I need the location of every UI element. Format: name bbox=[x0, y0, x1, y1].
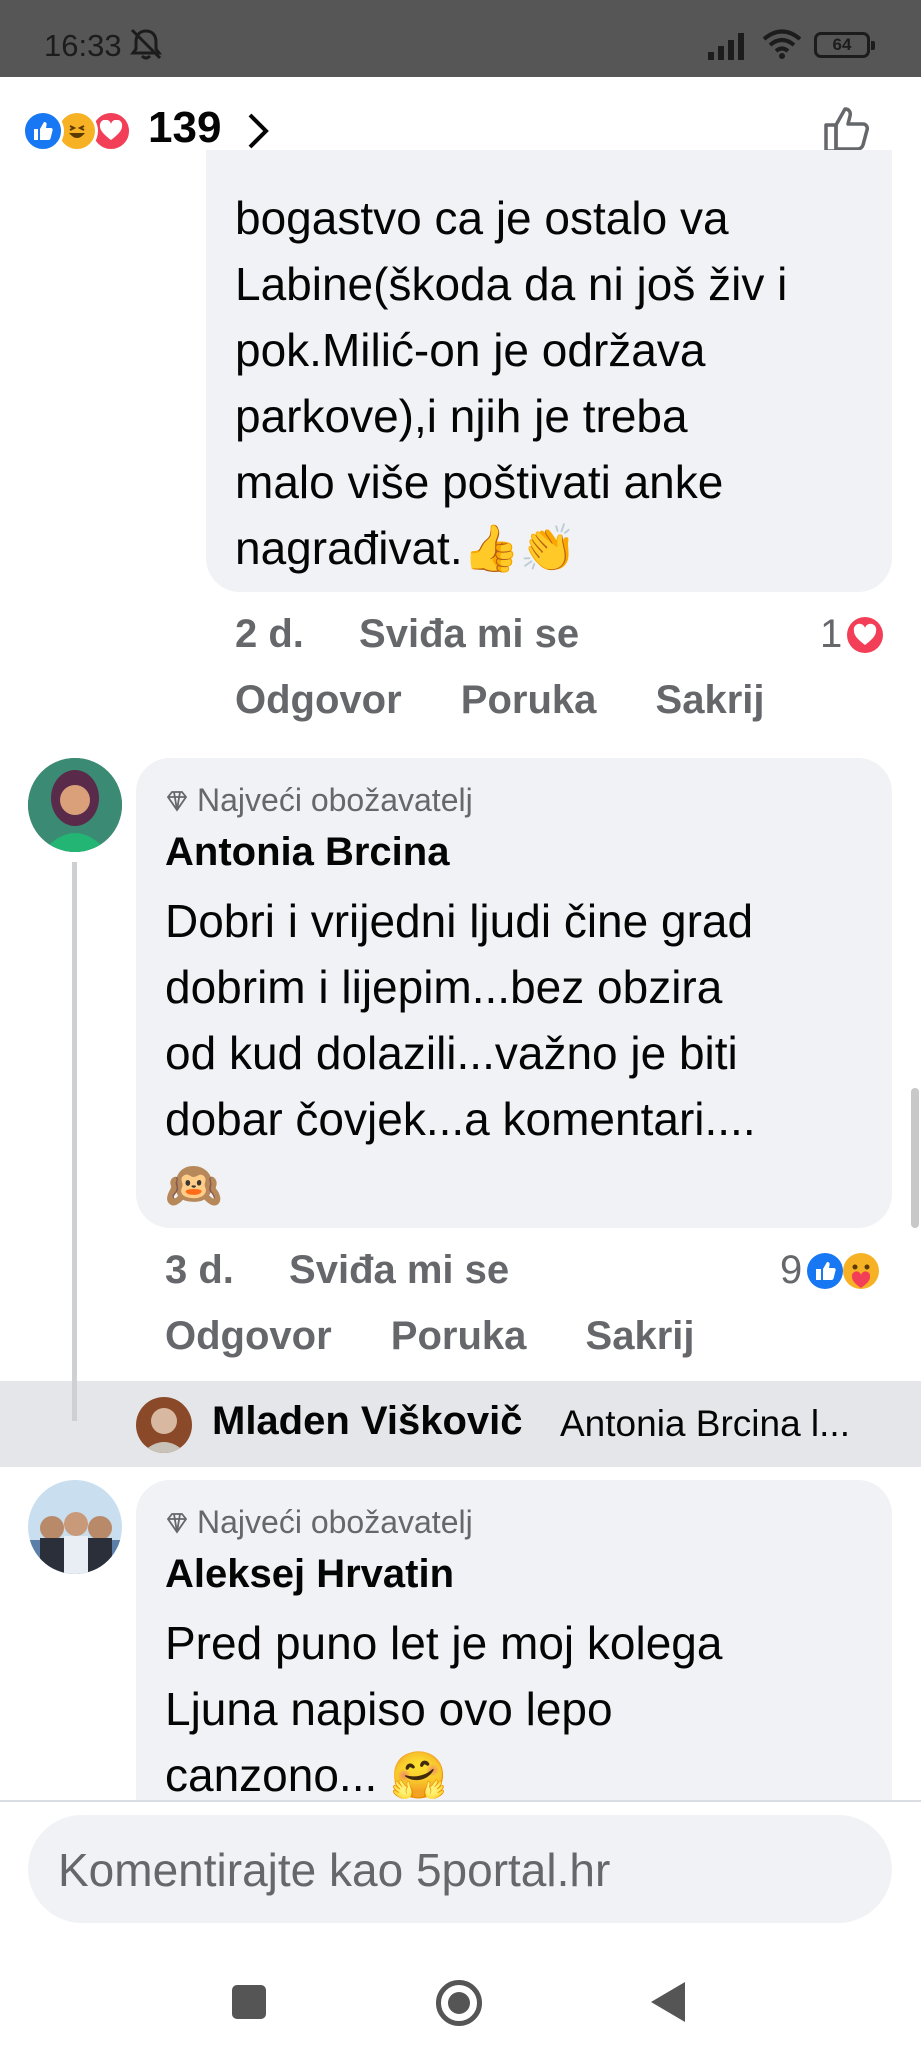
care-reaction-icon bbox=[843, 1252, 880, 1289]
message-button[interactable]: Poruka bbox=[391, 1314, 527, 1359]
comment-reaction-count[interactable]: 9 bbox=[780, 1248, 880, 1293]
comment-author[interactable]: Aleksej Hrvatin bbox=[165, 1552, 454, 1597]
comment-age: 3 d. bbox=[165, 1248, 234, 1292]
badge-label: Najveći obožavatelj bbox=[197, 782, 473, 818]
comment-reaction-count[interactable]: 1 bbox=[820, 612, 884, 657]
emoji: 🤗 bbox=[390, 1748, 448, 1802]
comment-actions: 2 d. Sviđa mi se bbox=[235, 612, 579, 657]
reply-text: Antonia Brcina l... bbox=[560, 1403, 850, 1444]
reply-author: Mladen Viškovič bbox=[212, 1399, 523, 1443]
emoji: 🙉 bbox=[165, 1158, 223, 1212]
home-button[interactable] bbox=[436, 1980, 482, 2026]
emoji: 👍👏 bbox=[462, 521, 578, 575]
status-time: 16:33 bbox=[44, 28, 122, 63]
status-bar: 16:33 64 bbox=[0, 0, 921, 77]
reply-button[interactable]: Odgovor bbox=[235, 678, 402, 723]
reply-button[interactable]: Odgovor bbox=[165, 1314, 332, 1359]
comment-line: Ljuna napiso ovo lepo bbox=[165, 1683, 613, 1735]
battery-icon: 64 bbox=[814, 32, 875, 58]
comment-line: parkove),i njih je treba bbox=[235, 390, 688, 442]
message-button[interactable]: Poruka bbox=[461, 678, 597, 723]
avatar[interactable] bbox=[28, 758, 122, 852]
hide-button[interactable]: Sakrij bbox=[586, 1314, 695, 1359]
like-button[interactable]: Sviđa mi se bbox=[359, 612, 579, 657]
chevron-right-icon[interactable] bbox=[244, 111, 272, 151]
scrollbar[interactable] bbox=[911, 1088, 919, 1228]
reaction-count: 9 bbox=[780, 1248, 803, 1292]
signal-icon bbox=[708, 33, 744, 60]
comment-line: bogastvo ca je ostalo va bbox=[235, 192, 729, 244]
comment-input[interactable]: Komentirajte kao 5portal.hr bbox=[28, 1815, 892, 1923]
wifi-icon bbox=[762, 29, 802, 59]
system-navbar bbox=[0, 1940, 921, 2048]
top-fan-badge: Najveći obožavatelj bbox=[165, 782, 473, 819]
divider bbox=[0, 1800, 921, 1802]
bell-off-icon bbox=[130, 28, 162, 60]
comment-line: nagrađivat. bbox=[235, 522, 463, 574]
comment-actions: 3 d. Sviđa mi se bbox=[165, 1248, 509, 1293]
love-reaction-icon bbox=[847, 616, 884, 653]
comment-last-line: nagrađivat.👍👏 bbox=[235, 515, 875, 581]
comment-actions-row2: Odgovor Poruka Sakrij bbox=[235, 678, 765, 723]
comment-line: Dobri i vrijedni ljudi čine grad bbox=[165, 895, 754, 947]
comment-line: dobar čovjek...a komentari.... bbox=[165, 1093, 756, 1145]
comment-body: bogastvo ca je ostalo va Labine(škoda da… bbox=[235, 185, 875, 581]
like-reaction-icon bbox=[807, 1252, 844, 1289]
reply-preview[interactable]: Mladen Viškovič Antonia Brcina l... bbox=[0, 1381, 921, 1467]
comment-line: canzono... bbox=[165, 1749, 378, 1801]
reaction-icons bbox=[22, 110, 142, 154]
hide-button[interactable]: Sakrij bbox=[656, 678, 765, 723]
comment-author[interactable]: Antonia Brcina bbox=[165, 830, 449, 875]
comment-line: Labine(škoda da ni još živ i bbox=[235, 258, 788, 310]
comment-actions-row2: Odgovor Poruka Sakrij bbox=[165, 1314, 695, 1359]
diamond-icon bbox=[166, 790, 188, 812]
thread-connector bbox=[72, 862, 142, 1424]
comment-age: 2 d. bbox=[235, 612, 304, 656]
comment-body: Dobri i vrijedni ljudi čine grad dobrim … bbox=[165, 888, 875, 1218]
like-reaction-icon bbox=[22, 110, 64, 152]
comment-line: od kud dolazili...važno je biti bbox=[165, 1027, 738, 1079]
badge-label: Najveći obožavatelj bbox=[197, 1504, 473, 1540]
comment-input-placeholder: Komentirajte kao 5portal.hr bbox=[58, 1844, 611, 1896]
recents-button[interactable] bbox=[232, 1985, 266, 2019]
avatar bbox=[136, 1397, 192, 1453]
comment-line: dobrim i lijepim...bez obzira bbox=[165, 961, 723, 1013]
top-fan-badge: Najveći obožavatelj bbox=[165, 1504, 473, 1541]
avatar[interactable] bbox=[28, 1480, 122, 1574]
like-icon[interactable] bbox=[822, 103, 874, 155]
like-button[interactable]: Sviđa mi se bbox=[289, 1248, 509, 1293]
comment-line: Pred puno let je moj kolega bbox=[165, 1617, 723, 1669]
reaction-count: 1 bbox=[820, 612, 843, 656]
diamond-icon bbox=[166, 1512, 188, 1534]
thread-connector-end bbox=[72, 1381, 77, 1421]
reactions-count[interactable]: 139 bbox=[148, 103, 221, 153]
back-button[interactable] bbox=[651, 1982, 685, 2022]
comment-line: malo više poštivati anke bbox=[235, 456, 724, 508]
comment-last-line: canzono... 🤗 bbox=[165, 1742, 875, 1808]
comment-line: pok.Milić-on je održava bbox=[235, 324, 706, 376]
comment-body: Pred puno let je moj kolega Ljuna napiso… bbox=[165, 1610, 875, 1808]
